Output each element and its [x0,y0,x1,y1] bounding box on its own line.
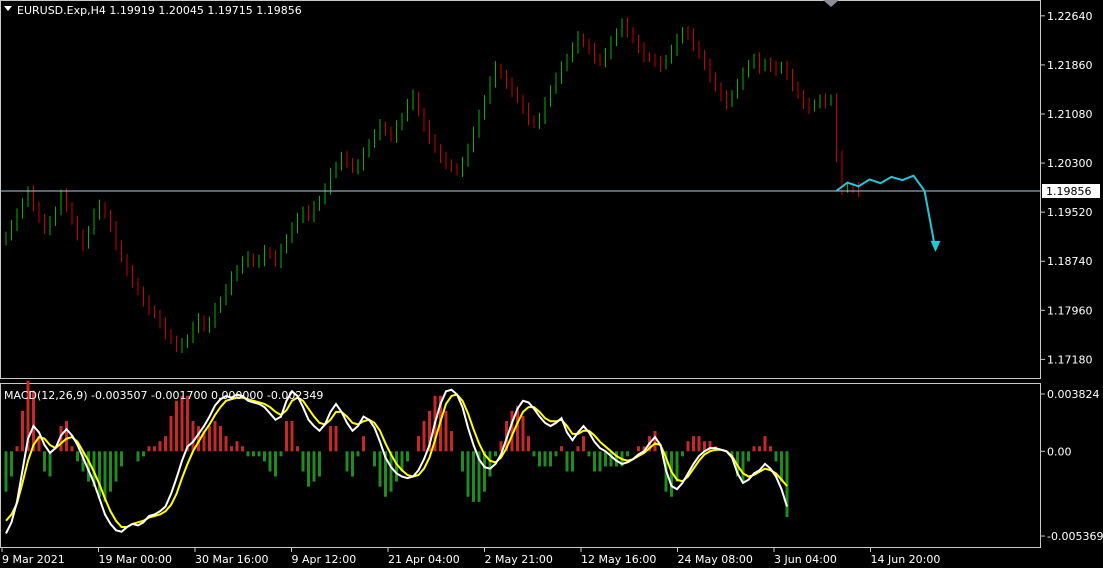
date-axis-label: 21 Apr 04:00 [388,553,460,566]
price-axis-label: 1.22640 [1047,10,1093,23]
chart-window: 1.22640 1.21860 1.21080 1.20300 1.19520 1.187… [0,0,1103,568]
date-axis-label: 3 Jun 04:00 [774,553,837,566]
date-axis: 9 Mar 2021 19 Mar 00:00 30 Mar 16:00 9 Apr … [1,547,941,566]
projection-arrow-icon [930,240,941,252]
macd-title: MACD(12,26,9) -0.003507 -0.001700 0.0000… [4,389,323,402]
date-axis-label: 24 May 08:00 [678,553,753,566]
candlestick-series [5,17,859,354]
projection-path [835,174,937,251]
price-chart-canvas[interactable]: 1.22640 1.21860 1.21080 1.20300 1.19520 1.187… [0,0,1103,568]
macd-axis-label: 0.00 [1047,445,1072,458]
date-axis-label: 30 Mar 16:00 [195,553,268,566]
macd-axis-label: 0.003824 [1047,388,1100,401]
macd-pane-frame [0,383,1041,548]
macd-axis-label: -0.005369 [1047,530,1103,543]
price-axis-label: 1.21080 [1047,108,1093,121]
macd-axis: 0.003824 0.00 -0.005369 [1040,388,1103,543]
date-axis-label: 14 Jun 20:00 [871,553,941,566]
date-axis-label: 19 Mar 00:00 [99,553,172,566]
price-axis-label: 1.19520 [1047,206,1093,219]
date-axis-label: 9 Apr 12:00 [292,553,357,566]
price-axis-label: 1.20300 [1047,157,1093,170]
price-axis-label: 1.17960 [1047,304,1093,317]
price-axis-label: 1.18740 [1047,255,1093,268]
chart-menu-triangle-icon[interactable] [4,6,12,11]
price-title: EURUSD.Exp,H4 1.19919 1.20045 1.19715 1.… [17,4,302,17]
price-axis-label: 1.21860 [1047,59,1093,72]
date-axis-label: 2 May 21:00 [485,553,553,566]
price-pane-frame [0,0,1041,379]
price-axis-label: 1.17180 [1047,353,1093,366]
current-price-label: 1.19856 [1046,185,1092,198]
scroll-marker-icon[interactable] [823,0,839,7]
date-axis-label: 12 May 16:00 [581,553,656,566]
date-axis-label: 9 Mar 2021 [2,553,65,566]
projection-zigzag [835,174,941,252]
